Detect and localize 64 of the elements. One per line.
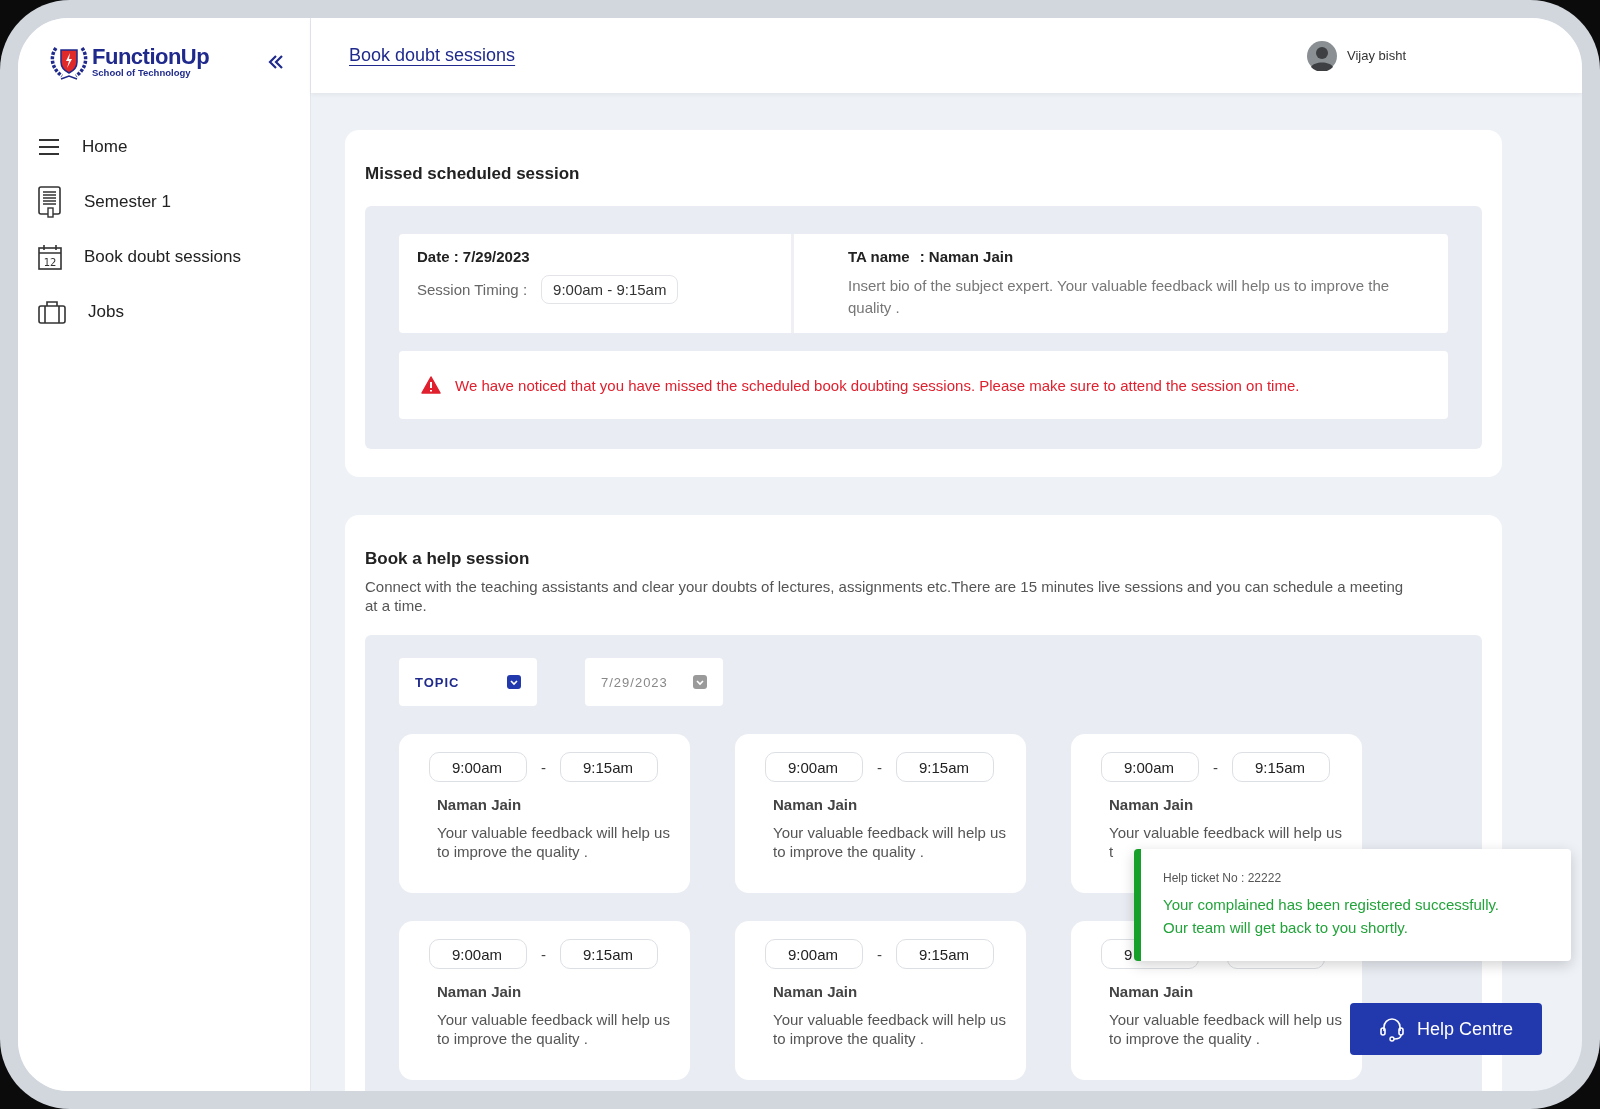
ta-name: Naman Jain bbox=[437, 983, 523, 1000]
document-icon bbox=[38, 186, 62, 218]
sidebar-item[interactable]: Book doubt sessions bbox=[84, 247, 241, 267]
section-title: Book a help session bbox=[365, 549, 531, 569]
start-time: 9:00am bbox=[1101, 752, 1199, 782]
headset-icon bbox=[1378, 1016, 1405, 1042]
start-time: 9:00am bbox=[429, 939, 527, 969]
slot-card[interactable]: 9:00am - 9:15am Naman Jain Your valuable feedback will help us to improve the quality . bbox=[735, 921, 1026, 1080]
filter-dropdown[interactable]: 7/29/2023 bbox=[585, 658, 723, 706]
end-time: 9:15am bbox=[1232, 752, 1330, 782]
slot-description: Your valuable feedback will help us to improve the quality . bbox=[773, 1010, 1007, 1048]
sidebar-item[interactable]: Jobs bbox=[88, 302, 124, 322]
time-separator: - bbox=[541, 758, 546, 776]
slot-description: Your valuable feedback will help us to improve the quality . bbox=[773, 823, 1007, 861]
end-time: 9:15am bbox=[560, 939, 658, 969]
avatar-icon[interactable] bbox=[1307, 40, 1337, 71]
sidebar-item[interactable]: Semester 1 bbox=[84, 192, 171, 212]
sidebar-item[interactable]: Home bbox=[82, 137, 128, 157]
start-time: 9:00am bbox=[429, 752, 527, 782]
caret-icon bbox=[507, 675, 521, 689]
briefcase-icon bbox=[38, 300, 66, 324]
slot-card[interactable]: 9:00am - 9:15am Naman Jain Your valuable feedback will help us to improve the quality . bbox=[399, 734, 690, 893]
end-time: 9:15am bbox=[560, 752, 658, 782]
ta-name: Naman Jain bbox=[1109, 983, 1195, 1000]
help-centre-button[interactable]: Help Centre bbox=[1350, 1003, 1542, 1055]
slot-card[interactable]: 9:00am - 9:15am Naman Jain Your valuable feedback will help us to improve the quality . bbox=[399, 921, 690, 1080]
slot-card[interactable]: 9:00am - 9:15am Naman Jain Your valuable feedback will help us to improve the quality . bbox=[735, 734, 1026, 893]
section-title: Missed scheduled session bbox=[365, 164, 581, 184]
logo-name: FunctionUp bbox=[92, 46, 210, 69]
ta-name: Naman Jain bbox=[437, 796, 523, 813]
ta-bio: Insert bio of the subject expert. Your valuable feedback will help us to improve the quality . bbox=[848, 276, 1391, 318]
time-separator: - bbox=[541, 945, 546, 963]
calendar-icon: 12 bbox=[38, 244, 62, 270]
end-time: 9:15am bbox=[896, 939, 994, 969]
page-title-link[interactable]: Book doubt sessions bbox=[349, 45, 516, 66]
menu-icon bbox=[38, 139, 60, 155]
start-time: 9:00am bbox=[765, 939, 863, 969]
warning-text: We have noticed that you have missed the scheduled book doubting sessions. Please make sure to attend the session on time. bbox=[455, 376, 1300, 394]
filter-dropdown[interactable]: TOPIC bbox=[399, 658, 537, 706]
start-time: 9:00am bbox=[765, 752, 863, 782]
ta-name: : Naman Jain bbox=[919, 248, 1014, 265]
timing-label: Session Timing : bbox=[417, 281, 528, 298]
slot-description: Your valuable feedback will help us to improve the quality . bbox=[437, 1010, 671, 1048]
logo-tagline: School of Technology bbox=[92, 68, 191, 78]
warning-icon bbox=[421, 376, 441, 394]
success-message: Your complained has been registered successfully. bbox=[1163, 895, 1501, 915]
time-separator: - bbox=[877, 758, 882, 776]
session-date: Date : 7/29/2023 bbox=[417, 248, 531, 265]
section-description: Connect with the teaching assistants and clear your doubts of lectures, assignments etc.There are 15 minutes live sessions and you can schedule a meeting at a time. bbox=[365, 577, 1405, 615]
caret-icon bbox=[693, 675, 707, 689]
slot-description: Your valuable feedback will help us to improve the quality . bbox=[437, 823, 671, 861]
ta-name: Naman Jain bbox=[773, 983, 859, 1000]
collapse-button[interactable] bbox=[268, 54, 284, 70]
timing-pill: 9:00am - 9:15am bbox=[541, 275, 679, 304]
time-separator: - bbox=[1213, 758, 1218, 776]
user-name: Vijay bisht bbox=[1347, 48, 1406, 63]
slot-description: Your valuable feedback will help us to improve the quality . bbox=[1109, 1010, 1343, 1048]
end-time: 9:15am bbox=[896, 752, 994, 782]
ticket-number: Help ticket No : 22222 bbox=[1163, 871, 1283, 885]
time-separator: - bbox=[877, 945, 882, 963]
slot-description: Your valuable feedback will help us t bbox=[1109, 823, 1343, 861]
ta-label: TA name bbox=[848, 248, 910, 265]
ta-name: Naman Jain bbox=[1109, 796, 1195, 813]
ta-name: Naman Jain bbox=[773, 796, 859, 813]
